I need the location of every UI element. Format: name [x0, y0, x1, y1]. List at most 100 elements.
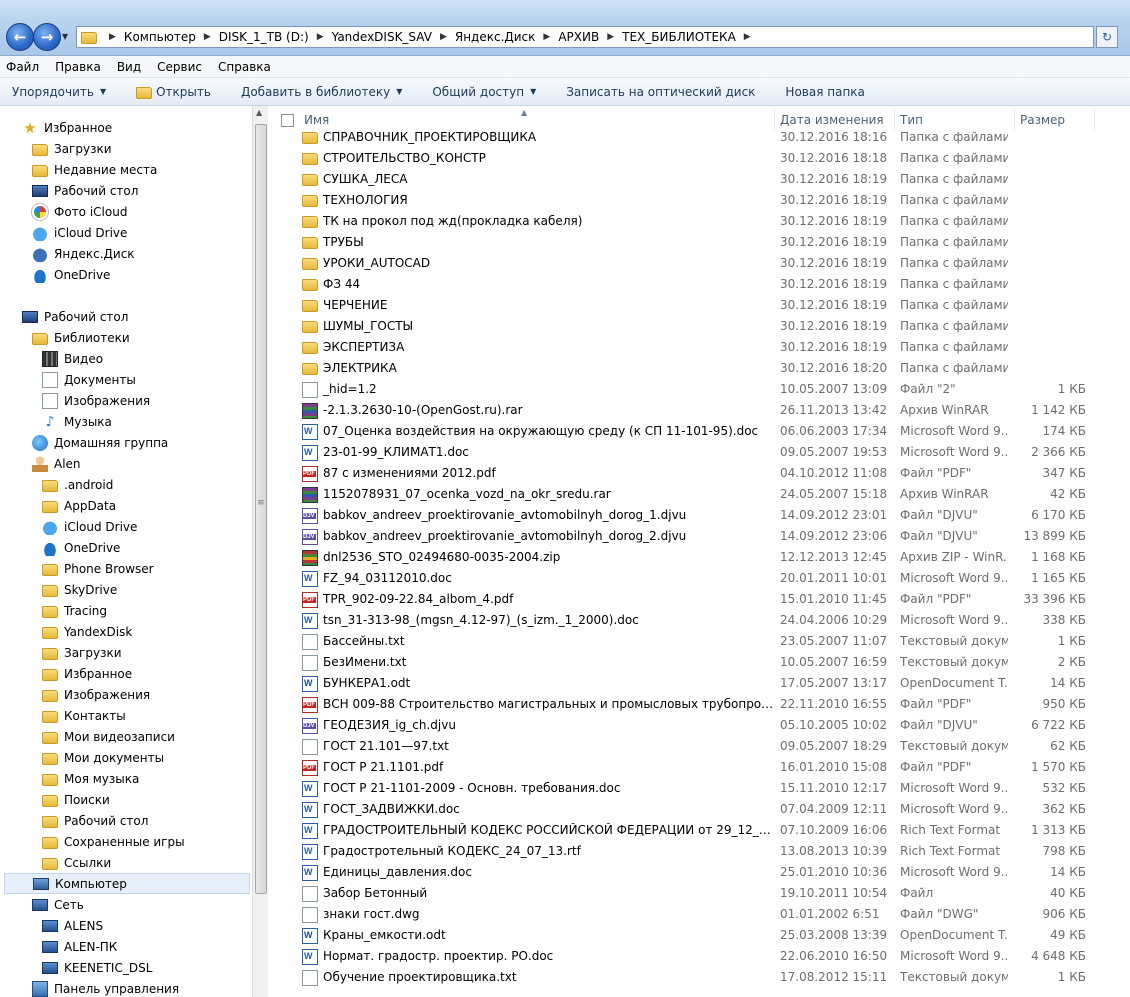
nav-item[interactable]: Недавние места: [32, 159, 157, 180]
menu-edit[interactable]: Правка: [55, 60, 101, 74]
file-row[interactable]: СТРОИТЕЛЬСТВО_КОНСТР 30.12.2016 18:18 Папк…: [270, 148, 1130, 169]
nav-item[interactable]: Изображения: [42, 684, 150, 705]
burn-button[interactable]: Записать на оптический диск: [566, 85, 755, 99]
file-row[interactable]: ТЕХНОЛОГИЯ 30.12.2016 18:19 Папка с файлам…: [270, 190, 1130, 211]
breadcrumb-item[interactable]: Компьютер ▶: [124, 30, 219, 44]
file-row[interactable]: babkov_andreev_proektirovanie_avtomobiln…: [270, 526, 1130, 547]
nav-item[interactable]: Избранное: [42, 663, 132, 684]
file-row[interactable]: ГРАДОСТРОИТЕЛЬНЫЙ КОДЕКС РОССИЙСКОЙ ФЕДЕ…: [270, 820, 1130, 841]
nav-item[interactable]: Сохраненные игры: [42, 831, 185, 852]
refresh-button[interactable]: ↻: [1096, 26, 1118, 48]
file-row[interactable]: tsn_31-313-98_(mgsn_4.12-97)_(s_izm._1_2…: [270, 610, 1130, 631]
file-row[interactable]: Бассейны.txt 23.05.2007 11:07 Текстовый до…: [270, 631, 1130, 652]
nav-item[interactable]: ★ Избранное: [22, 117, 112, 138]
back-button[interactable]: ←: [6, 23, 34, 51]
select-all-checkbox[interactable]: [281, 114, 294, 127]
file-row[interactable]: babkov_andreev_proektirovanie_avtomobiln…: [270, 505, 1130, 526]
file-row[interactable]: СУШКА_ЛЕСА 30.12.2016 18:19 Папка с файлам…: [270, 169, 1130, 190]
nav-item[interactable]: ALENS: [42, 915, 103, 936]
nav-item[interactable]: AppData: [42, 495, 116, 516]
file-row[interactable]: ФЗ 44 30.12.2016 18:19 Папка с файлами: [270, 274, 1130, 295]
file-row[interactable]: Забор Бетонный 19.10.2011 10:54 Файл 40 КБ: [270, 883, 1130, 904]
file-row[interactable]: ГЕОДЕЗИЯ_ig_ch.djvu 05.10.2005 10:02 Файл …: [270, 715, 1130, 736]
file-row[interactable]: -2.1.3.2630-10-(OpenGost.ru).rar 26.11.20…: [270, 400, 1130, 421]
nav-item[interactable]: Видео: [42, 348, 103, 369]
file-row[interactable]: ГОСТ Р 21.1101.pdf 16.01.2010 15:08 Файл "…: [270, 757, 1130, 778]
nav-item[interactable]: iCloud Drive: [42, 516, 137, 537]
breadcrumb-item[interactable]: Яндекс.Диск ▶: [455, 30, 558, 44]
organize-button[interactable]: Упорядочить ▼: [12, 85, 106, 99]
scroll-up-icon[interactable]: ▲: [256, 108, 262, 117]
file-row[interactable]: Градостротельный КОДЕКС_24_07_13.rtf 13.0…: [270, 841, 1130, 862]
nav-item[interactable]: Панель управления: [32, 978, 179, 997]
breadcrumb-item[interactable]: ТЕХ_БИБЛИОТЕКА ▶: [622, 30, 759, 44]
address-bar[interactable]: ▶ Компьютер ▶ DISK_1_TB (D:) ▶ YandexDISK_…: [76, 26, 1094, 48]
nav-item[interactable]: Phone Browser: [42, 558, 154, 579]
share-button[interactable]: Общий доступ ▼: [432, 85, 536, 99]
new-folder-button[interactable]: Новая папка: [785, 85, 864, 99]
nav-item[interactable]: Alen: [32, 453, 81, 474]
nav-item[interactable]: SkyDrive: [42, 579, 117, 600]
file-row[interactable]: ЭКСПЕРТИЗА 30.12.2016 18:19 Папка с файлам…: [270, 337, 1130, 358]
nav-item[interactable]: Контакты: [42, 705, 126, 726]
navigation-scrollbar[interactable]: ▲ ≡: [252, 106, 268, 997]
nav-item[interactable]: Библиотеки: [32, 327, 130, 348]
nav-item[interactable]: Документы: [42, 369, 136, 390]
nav-item[interactable]: OneDrive: [42, 537, 120, 558]
file-row[interactable]: FZ_94_03112010.doc 20.01.2011 10:01 Micros…: [270, 568, 1130, 589]
file-row[interactable]: знаки гост.dwg 01.01.2002 6:51 Файл "DWG" 9…: [270, 904, 1130, 925]
nav-item[interactable]: Рабочий стол: [32, 180, 138, 201]
file-row[interactable]: Обучение проектировщика.txt 17.08.2012 15…: [270, 967, 1130, 988]
nav-item[interactable]: Рабочий стол: [42, 810, 148, 831]
column-size[interactable]: Размер: [1020, 113, 1065, 127]
menu-help[interactable]: Справка: [218, 60, 271, 74]
nav-item[interactable]: Мои документы: [42, 747, 164, 768]
menu-file[interactable]: Файл: [6, 60, 39, 74]
nav-item[interactable]: KEENETIC_DSL: [42, 957, 152, 978]
column-name[interactable]: Имя: [304, 113, 329, 127]
file-row[interactable]: ШУМЫ_ГОСТЫ 30.12.2016 18:19 Папка с файлам…: [270, 316, 1130, 337]
file-row[interactable]: ВСН 009-88 Строительство магистральных и…: [270, 694, 1130, 715]
nav-item[interactable]: Tracing: [42, 600, 107, 621]
nav-item[interactable]: Сеть: [32, 894, 84, 915]
file-row[interactable]: 87 с изменениями 2012.pdf 04.10.2012 11:0…: [270, 463, 1130, 484]
file-row[interactable]: 1152078931_07_ocenka_vozd_na_okr_sredu.r…: [270, 484, 1130, 505]
file-row[interactable]: ЭЛЕКТРИКА 30.12.2016 18:20 Папка с файлами: [270, 358, 1130, 379]
nav-item[interactable]: Загрузки: [32, 138, 112, 159]
nav-item[interactable]: Мои видеозаписи: [42, 726, 175, 747]
nav-item[interactable]: .android: [42, 474, 113, 495]
scrollbar-thumb[interactable]: [255, 124, 267, 894]
nav-item[interactable]: YandexDisk: [42, 621, 132, 642]
recent-pages-dropdown[interactable]: ▼: [62, 32, 68, 41]
file-row[interactable]: Нормат. градостр. проектир. РО.doc 22.06.…: [270, 946, 1130, 967]
file-row[interactable]: СПРАВОЧНИК_ПРОЕКТИРОВЩИКА 30.12.2016 18:1…: [270, 127, 1130, 148]
file-row[interactable]: УРОКИ_AUTOCAD 30.12.2016 18:19 Папка с фай…: [270, 253, 1130, 274]
menu-view[interactable]: Вид: [117, 60, 141, 74]
column-type[interactable]: Тип: [900, 113, 923, 127]
nav-item[interactable]: Рабочий стол: [22, 306, 128, 327]
file-row[interactable]: 07_Оценка воздействия на окружающую сред…: [270, 421, 1130, 442]
nav-item[interactable]: ♪ Музыка: [42, 411, 112, 432]
nav-item[interactable]: Моя музыка: [42, 768, 139, 789]
breadcrumb-sep[interactable]: ▶: [101, 32, 124, 42]
nav-item[interactable]: Ссылки: [42, 852, 111, 873]
file-row[interactable]: Краны_емкости.odt 25.03.2008 13:39 OpenDoc…: [270, 925, 1130, 946]
nav-item[interactable]: Компьютер: [4, 873, 250, 894]
nav-item[interactable]: Изображения: [42, 390, 150, 411]
nav-item[interactable]: Домашняя группа: [32, 432, 168, 453]
forward-button[interactable]: →: [33, 23, 61, 51]
file-row[interactable]: ГОСТ 21.101—97.txt 09.05.2007 18:29 Тексто…: [270, 736, 1130, 757]
column-date[interactable]: Дата изменения: [780, 113, 884, 127]
file-row[interactable]: ТК на прокол под жд(прокладка кабеля) 30.…: [270, 211, 1130, 232]
menu-tools[interactable]: Сервис: [157, 60, 202, 74]
file-row[interactable]: dnl2536_STO_02494680-0035-2004.zip 12.12.…: [270, 547, 1130, 568]
open-button[interactable]: Открыть: [136, 85, 211, 99]
add-to-library-button[interactable]: Добавить в библиотеку ▼: [241, 85, 402, 99]
file-row[interactable]: ГОСТ_ЗАДВИЖКИ.doc 07.04.2009 12:11 Microso…: [270, 799, 1130, 820]
nav-item[interactable]: Яндекс.Диск: [32, 243, 135, 264]
file-row[interactable]: ЧЕРЧЕНИЕ 30.12.2016 18:19 Папка с файлами: [270, 295, 1130, 316]
nav-item[interactable]: Поиски: [42, 789, 110, 810]
file-row[interactable]: 23-01-99_КЛИМАТ1.doc 09.05.2007 19:53 Micr…: [270, 442, 1130, 463]
nav-item[interactable]: ALEN-ПК: [42, 936, 117, 957]
file-row[interactable]: БУНКЕРА1.odt 17.05.2007 13:17 OpenDocument…: [270, 673, 1130, 694]
